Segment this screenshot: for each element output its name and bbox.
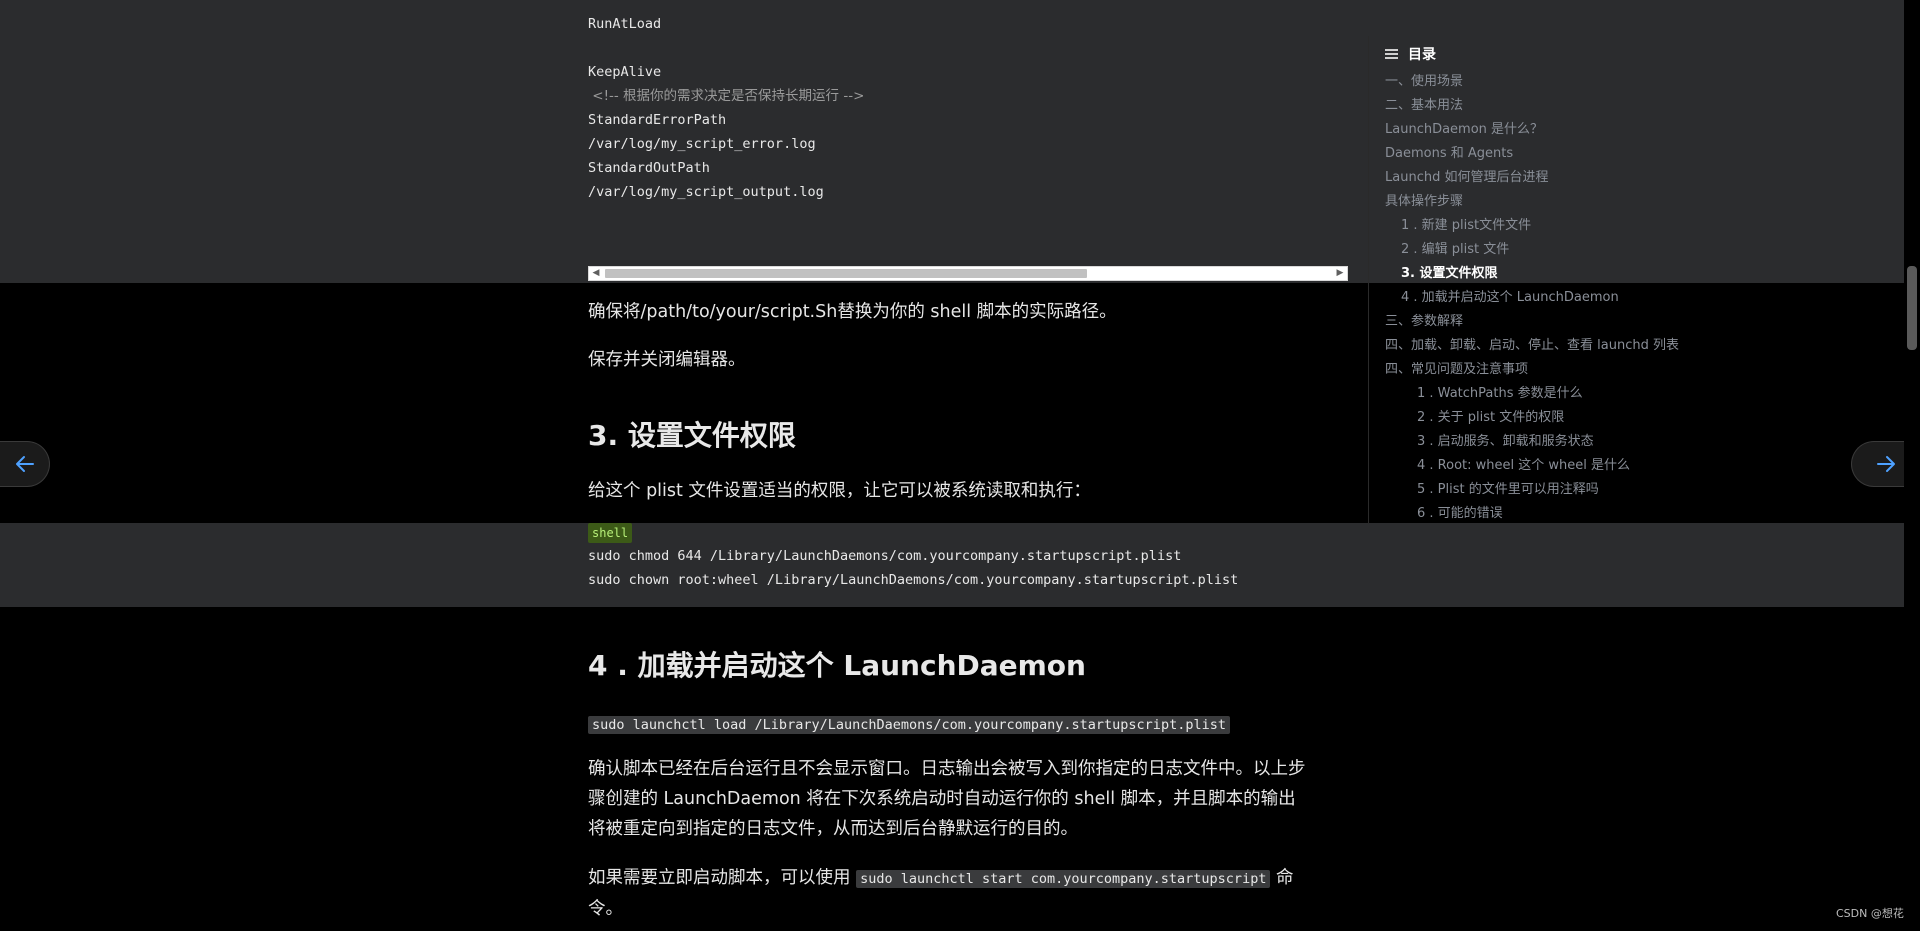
paragraph-confirm-background: 确认脚本已经在后台运行且不会显示窗口。日志输出会被写入到你指定的日志文件中。以上… xyxy=(588,759,1306,839)
code-line: StandardOutPath xyxy=(588,160,710,176)
toc-item[interactable]: 四、常见问题及注意事项 xyxy=(1385,360,1528,380)
previous-article-button[interactable] xyxy=(0,441,50,487)
load-command-line: sudo launchctl load /Library/LaunchDaemo… xyxy=(588,709,1313,740)
code-line: RunAtLoad xyxy=(588,16,662,32)
toc-title: 目录 xyxy=(1408,47,1436,63)
toc-item[interactable]: 四、加载、卸载、启动、停止、查看 launchd 列表 xyxy=(1385,336,1679,356)
code-comment-line: <!-- 根据你的需求决定是否保持长期运行 --> xyxy=(588,88,865,104)
code-horizontal-scrollbar[interactable]: ◀ ▶ xyxy=(588,266,1348,281)
paragraph-save-close: 保存并关闭编辑器。 xyxy=(588,350,746,370)
code-block-content: RunAtLoad KeepAlive <!-- 根据你的需求决定是否保持长期运行… xyxy=(588,12,1348,204)
code-line: KeepAlive xyxy=(588,64,662,80)
heading-step-4: 4 . 加载并启动这个 LaunchDaemon xyxy=(588,649,1086,682)
toc-item[interactable]: 2 . 编辑 plist 文件 xyxy=(1401,240,1509,260)
toc-item[interactable]: Launchd 如何管理后台进程 xyxy=(1385,168,1548,188)
toc-item[interactable]: Daemons 和 Agents xyxy=(1385,144,1513,164)
paragraph-start-text: 如果需要立即启动脚本，可以使用 xyxy=(588,868,857,888)
paragraph-replace-path: 确保将/path/to/your/script.Sh替换为你的 shell 脚本… xyxy=(588,302,1117,322)
code-line: StandardErrorPath xyxy=(588,112,727,128)
toc-item[interactable]: 一、使用场景 xyxy=(1385,72,1463,92)
paragraph-set-permissions: 给这个 plist 文件设置适当的权限，让它可以被系统读取和执行： xyxy=(588,481,1091,501)
toc-header: 目录 xyxy=(1385,44,1436,64)
toc-item[interactable]: 6 . 可能的错误 xyxy=(1417,504,1503,524)
toc-item[interactable]: 2 . 关于 plist 文件的权限 xyxy=(1417,408,1564,428)
toc-item[interactable]: 1 . WatchPaths 参数是什么 xyxy=(1417,384,1583,404)
toc-item[interactable]: 4 . Root: wheel 这个 wheel 是什么 xyxy=(1417,456,1630,476)
toc-item[interactable]: 具体操作步骤 xyxy=(1385,192,1463,212)
toc-item[interactable]: 4 . 加载并启动这个 LaunchDaemon xyxy=(1401,288,1619,308)
inline-code-start: sudo launchctl start com.yourcompany.sta… xyxy=(856,870,1271,888)
toc-item[interactable]: 1 . 新建 plist文件文件 xyxy=(1401,216,1531,236)
page-scrollbar-thumb[interactable] xyxy=(1907,266,1917,350)
code-line: /var/log/my_script_error.log xyxy=(588,136,816,152)
toc-item[interactable]: 3. 设置文件权限 xyxy=(1401,264,1498,284)
heading-step-3: 3. 设置文件权限 xyxy=(588,419,796,452)
toc-item[interactable]: 二、基本用法 xyxy=(1385,96,1463,116)
arrow-left-icon xyxy=(15,456,34,472)
table-of-contents: 目录 一、使用场景 二、基本用法 LaunchDaemon 是什么？ Daemons … xyxy=(1368,36,1689,524)
code-line: /var/log/my_script_output.log xyxy=(588,184,824,200)
code-line-chmod: sudo chmod 644 /Library/LaunchDaemons/co… xyxy=(588,548,1182,564)
scrollbar-thumb[interactable] xyxy=(605,269,1087,278)
toc-item[interactable]: 5 . Plist 的文件里可以用注释吗 xyxy=(1417,480,1599,500)
toc-item[interactable]: 三、参数解释 xyxy=(1385,312,1463,332)
page-vertical-scrollbar[interactable] xyxy=(1904,0,1920,931)
toc-item[interactable]: 3 . 启动服务、卸载和服务状态 xyxy=(1417,432,1594,452)
scroll-right-arrow-icon[interactable]: ▶ xyxy=(1333,267,1347,280)
toc-item[interactable]: LaunchDaemon 是什么？ xyxy=(1385,120,1543,140)
code-language-tag: shell xyxy=(588,523,633,543)
list-icon xyxy=(1385,49,1398,59)
arrow-right-icon xyxy=(1877,456,1895,472)
csdn-watermark: CSDN @想花 xyxy=(1836,907,1904,920)
paragraph-start-immediately: 如果需要立即启动脚本，可以使用 sudo launchctl start com… xyxy=(588,863,1313,924)
scroll-left-arrow-icon[interactable]: ◀ xyxy=(589,267,603,280)
code-line-chown: sudo chown root:wheel /Library/LaunchDae… xyxy=(588,572,1239,588)
inline-code-load: sudo launchctl load /Library/LaunchDaemo… xyxy=(588,716,1230,734)
